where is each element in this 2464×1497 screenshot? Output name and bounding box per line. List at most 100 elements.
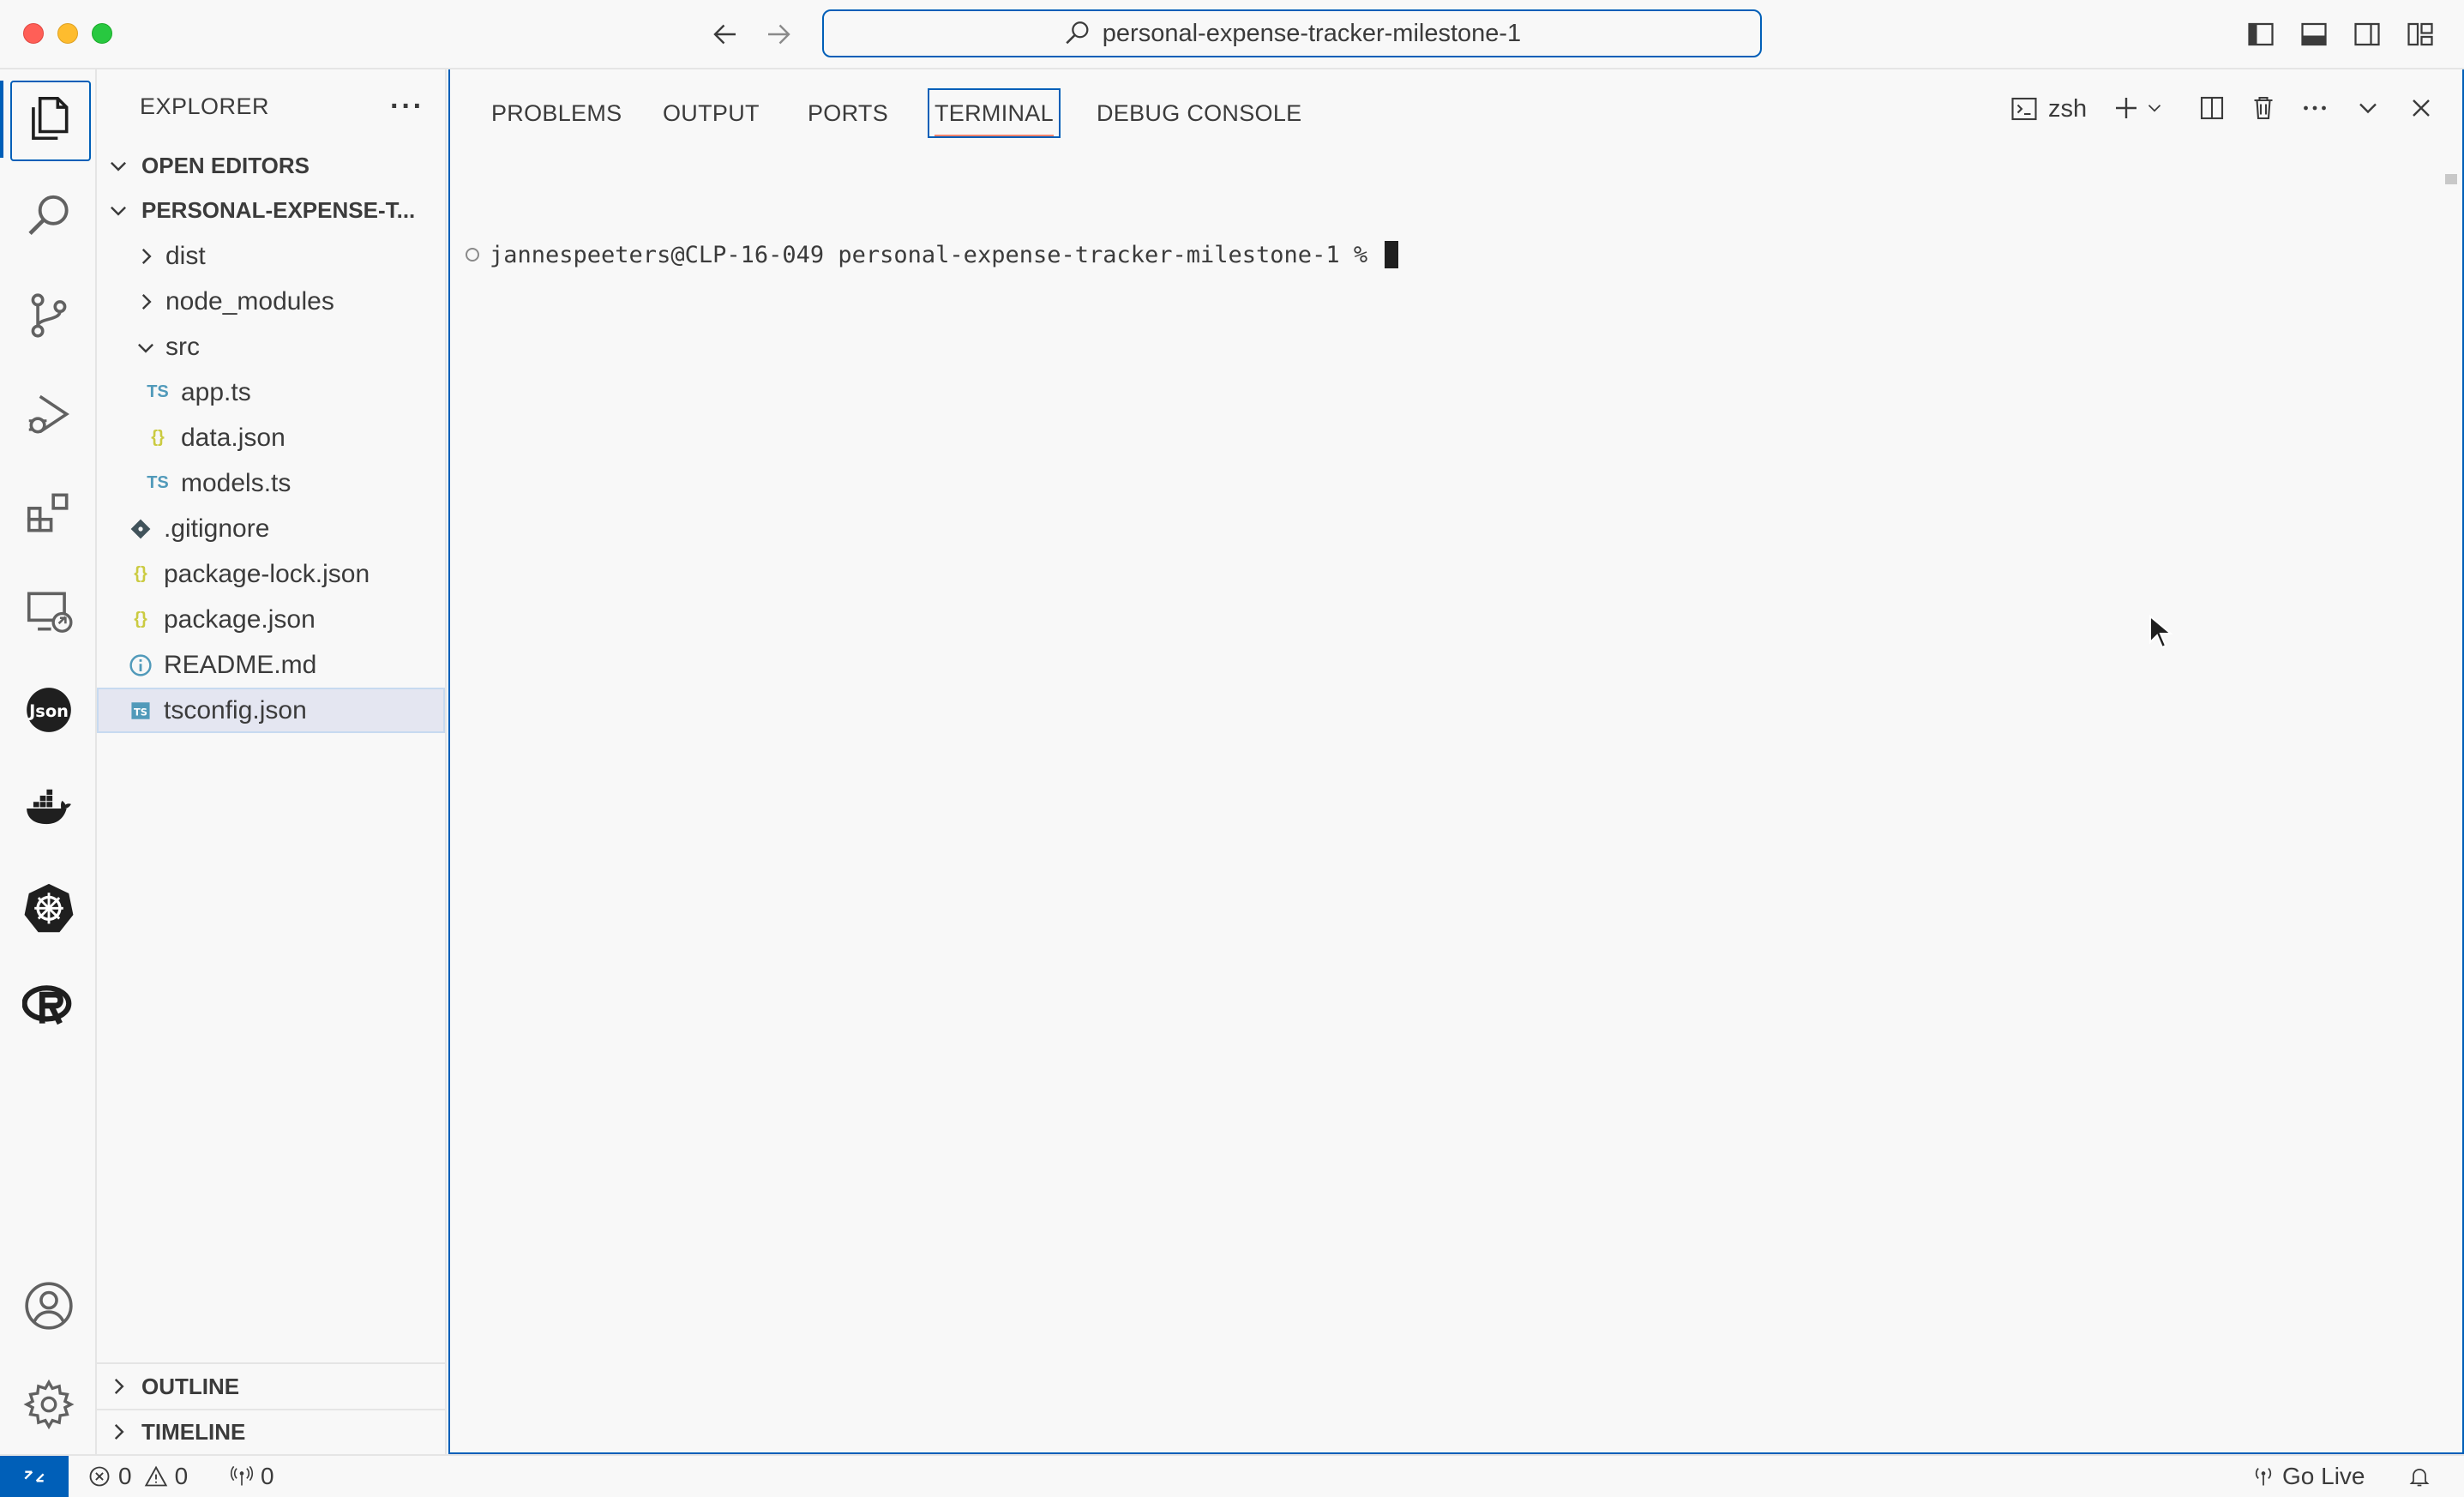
chevron-right-icon — [114, 1379, 124, 1394]
activity-search[interactable] — [0, 172, 97, 262]
activity-accounts[interactable] — [0, 1261, 97, 1350]
git-file-icon — [126, 518, 155, 540]
typescript-file-icon: TS — [147, 473, 169, 492]
tsconfig-file-icon: TS — [126, 700, 155, 722]
chevron-right-icon — [114, 1424, 124, 1440]
json-file-icon: {} — [151, 428, 165, 447]
tree-item-app-ts[interactable]: TS app.ts — [97, 370, 445, 415]
forward-button[interactable] — [760, 15, 797, 53]
tree-item-label: models.ts — [181, 468, 291, 497]
toggle-primary-sidebar-button[interactable] — [2243, 16, 2279, 52]
panel-bottom-icon — [2301, 22, 2327, 46]
toggle-panel-button[interactable] — [2296, 16, 2332, 52]
tree-item-gitignore[interactable]: .gitignore — [97, 506, 445, 551]
command-center-label: personal-expense-tracker-milestone-1 — [1102, 19, 1522, 47]
tree-item-package-json[interactable]: {} package.json — [97, 597, 445, 642]
tree-item-dist[interactable]: dist — [97, 233, 445, 279]
maximize-window-button[interactable] — [92, 23, 112, 44]
command-decoration-icon — [466, 248, 479, 262]
sidebar-right-icon — [2354, 22, 2380, 46]
tree-item-tsconfig-json[interactable]: TS tsconfig.json — [97, 688, 445, 733]
activity-explorer[interactable] — [0, 74, 97, 163]
go-live-button[interactable]: Go Live — [2251, 1456, 2365, 1497]
tree-item-models-ts[interactable]: TS models.ts — [97, 460, 445, 506]
tree-item-data-json[interactable]: {} data.json — [97, 415, 445, 460]
activity-manage[interactable] — [0, 1360, 97, 1449]
activity-docker[interactable] — [0, 764, 97, 853]
chevron-down-icon — [111, 206, 126, 216]
explorer-header: EXPLORER ··· — [97, 69, 447, 143]
bell-icon — [2409, 1468, 2430, 1487]
tree-item-src[interactable]: src — [97, 324, 445, 370]
open-editors-section[interactable]: OPEN EDITORS — [97, 143, 447, 188]
remote-icon — [24, 1470, 45, 1482]
docker-icon — [26, 789, 71, 825]
timeline-section[interactable]: TIMELINE — [97, 1410, 447, 1454]
problems-status[interactable]: 0 0 — [87, 1456, 188, 1497]
tree-item-readme-md[interactable]: README.md — [97, 642, 445, 688]
warning-icon — [144, 1465, 167, 1487]
activity-remote-explorer[interactable] — [0, 567, 97, 656]
activity-json[interactable]: Json — [0, 665, 97, 755]
back-button[interactable] — [706, 15, 744, 53]
ports-status[interactable]: 0 — [230, 1456, 274, 1497]
customize-layout-button[interactable] — [2402, 16, 2438, 52]
tab-terminal[interactable]: TERMINAL — [928, 88, 1061, 138]
minimize-window-button[interactable] — [57, 23, 78, 44]
remote-indicator-button[interactable] — [0, 1456, 69, 1497]
arrow-left-icon — [713, 24, 736, 45]
terminal-prompt-text: jannespeeters@CLP-16-049 personal-expens… — [490, 241, 1382, 268]
activity-run-debug[interactable] — [0, 370, 97, 459]
json-file-icon: {} — [134, 610, 147, 628]
close-panel-button[interactable] — [2400, 87, 2443, 129]
split-terminal-button[interactable] — [2191, 87, 2233, 129]
sidebar-left-icon — [2248, 22, 2274, 46]
tree-item-label: README.md — [164, 650, 317, 679]
json-icon: Json — [26, 688, 71, 732]
tab-debug-console[interactable]: DEBUG CONSOLE — [1097, 95, 1301, 131]
terminal-view[interactable]: jannespeeters@CLP-16-049 personal-expens… — [450, 169, 2439, 1452]
toggle-secondary-sidebar-button[interactable] — [2349, 16, 2385, 52]
chevron-down-icon — [111, 161, 126, 171]
close-window-button[interactable] — [23, 23, 44, 44]
tab-output[interactable]: OUTPUT — [663, 95, 760, 131]
kill-terminal-button[interactable] — [2242, 87, 2285, 129]
tree-item-label: tsconfig.json — [164, 695, 307, 724]
ports-count: 0 — [261, 1463, 274, 1489]
timeline-label: TIMELINE — [141, 1418, 246, 1445]
more-terminal-actions-button[interactable] — [2293, 87, 2336, 129]
activity-source-control[interactable] — [0, 271, 97, 360]
tree-item-package-lock-json[interactable]: {} package-lock.json — [97, 551, 445, 597]
activity-r-language[interactable] — [0, 961, 97, 1050]
terminal-scrollbar[interactable] — [2438, 169, 2462, 1452]
chevron-down-icon — [138, 343, 153, 353]
terminal-launch-profile-button[interactable] — [2139, 87, 2170, 129]
activity-extensions[interactable] — [0, 468, 97, 557]
gear-icon — [23, 1379, 74, 1430]
search-icon — [27, 195, 69, 236]
split-icon — [2200, 96, 2224, 120]
project-folder-section[interactable]: PERSONAL-EXPENSE-T... — [97, 188, 447, 232]
tab-ports[interactable]: PORTS — [808, 95, 888, 131]
arrow-right-icon — [768, 24, 790, 45]
outline-section[interactable]: OUTLINE — [97, 1364, 447, 1409]
explorer-icon — [31, 96, 68, 141]
bottom-panel: PROBLEMS OUTPUT PORTS TERMINAL DEBUG CON… — [448, 69, 2464, 1454]
more-actions-button[interactable]: ··· — [390, 92, 424, 121]
scrollbar-thumb[interactable] — [2445, 174, 2457, 184]
tree-item-node-modules[interactable]: node_modules — [97, 279, 445, 324]
tab-problems[interactable]: PROBLEMS — [491, 95, 622, 131]
terminal-shell-selector[interactable]: zsh — [2009, 90, 2087, 128]
error-icon — [89, 1466, 110, 1487]
typescript-file-icon: TS — [147, 382, 169, 401]
chevron-right-icon — [141, 248, 152, 264]
account-icon — [24, 1282, 73, 1330]
activity-kubernetes[interactable] — [0, 863, 97, 952]
notifications-button[interactable] — [2407, 1456, 2431, 1497]
maximize-panel-button[interactable] — [2347, 87, 2389, 129]
warning-count: 0 — [174, 1463, 189, 1489]
tree-item-label: dist — [165, 241, 206, 270]
tree-item-label: src — [165, 332, 200, 361]
command-center-search[interactable]: personal-expense-tracker-milestone-1 — [822, 9, 1762, 57]
svg-text:TS: TS — [134, 706, 147, 718]
